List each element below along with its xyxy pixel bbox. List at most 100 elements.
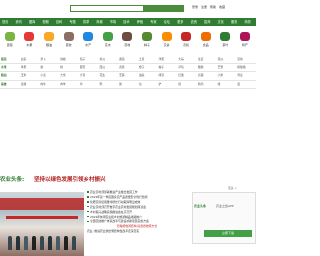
grid-link[interactable]: 兔 [138, 81, 158, 88]
grid-link[interactable]: 南瓜 [217, 56, 237, 63]
grid-link[interactable]: 大豆 [79, 72, 99, 79]
grid-link[interactable]: 鹅 [118, 81, 138, 88]
grid-link[interactable]: 辣椒 [59, 56, 79, 63]
grid-link[interactable]: 肉牛 [39, 81, 59, 88]
nav-item[interactable]: 百科 [54, 18, 67, 26]
grid-link[interactable]: 鹌鹑 [197, 81, 217, 88]
category-tile[interactable]: 花木 [98, 30, 118, 52]
news-item-text: 全国农技推广体系改革与建设补助项目实施方案 [90, 219, 149, 224]
grid-link[interactable]: 蚕 [236, 81, 256, 88]
nav-item[interactable]: 招商 [202, 18, 215, 26]
category-icon [43, 32, 54, 41]
grid-row: 蔬菜 白菜 萝卜 辣椒 茄子 黄瓜 番茄 土豆 洋葱 大蒜 生姜 南瓜 豆角 [0, 56, 256, 65]
grid-link[interactable]: 白菜 [20, 56, 40, 63]
more-link[interactable]: 更多 > [228, 186, 237, 190]
grid-link[interactable]: 油菜 [138, 72, 158, 79]
search-button[interactable] [144, 5, 184, 12]
category-tile[interactable]: 药材 [118, 30, 138, 52]
grid-link[interactable]: 土豆 [138, 56, 158, 63]
nav-item[interactable]: 文化 [216, 18, 229, 26]
grid-link[interactable]: 荞麦 [236, 72, 256, 79]
grid-link[interactable]: 绿豆 [158, 72, 178, 79]
nav-item[interactable]: 专题 [67, 18, 80, 26]
grid-link[interactable]: 草莓 [177, 64, 197, 71]
search-input[interactable] [70, 5, 144, 12]
grid-link[interactable]: 洋葱 [158, 56, 178, 63]
grid-row-heading[interactable]: 蔬菜 [0, 56, 20, 63]
grid-link[interactable]: 黄瓜 [98, 56, 118, 63]
grid-link[interactable]: 驴 [158, 81, 178, 88]
nav-item[interactable]: 论坛 [162, 18, 175, 26]
category-tile[interactable]: 蔬菜 [0, 30, 20, 52]
category-tile[interactable]: 粮油 [39, 30, 59, 52]
category-tile[interactable]: 特产 [235, 30, 255, 52]
grid-link[interactable]: 葡萄 [79, 64, 99, 71]
top-link-help[interactable]: 帮助 [210, 5, 216, 9]
grid-link[interactable]: 鸡 [79, 81, 99, 88]
grid-link[interactable]: 红薯 [177, 72, 197, 79]
nav-item[interactable]: 专家 [148, 18, 161, 26]
grid-link[interactable]: 番茄 [118, 56, 138, 63]
grid-link[interactable]: 橙子 [138, 64, 158, 71]
nav-item[interactable]: 首页 [0, 18, 13, 26]
category-tile[interactable]: 畜牧 [59, 30, 79, 52]
category-tile[interactable]: 茶叶 [216, 30, 236, 52]
nav-item[interactable]: 供求 [81, 18, 94, 26]
grid-link[interactable]: 豆角 [236, 56, 256, 63]
grid-link[interactable]: 苹果 [20, 64, 40, 71]
download-button[interactable]: 立即下载 [204, 230, 252, 237]
grid-link[interactable]: 桃 [59, 64, 79, 71]
grid-link[interactable]: 小麦 [39, 72, 59, 79]
grid-row-heading[interactable]: 水果 [0, 64, 20, 71]
nav-item[interactable]: 图库 [27, 18, 40, 26]
grid-link[interactable]: 萝卜 [39, 56, 59, 63]
grid-link[interactable]: 鸽 [177, 81, 197, 88]
grid-link[interactable]: 生猪 [20, 81, 40, 88]
nav-item[interactable]: 资讯 [13, 18, 26, 26]
headline-title[interactable]: 坚持以绿色发展引领乡村振兴 [34, 175, 106, 183]
grid-link[interactable]: 柚子 [158, 64, 178, 71]
grid-row-heading[interactable]: 畜禽 [0, 81, 20, 88]
grid-link[interactable]: 肉羊 [59, 81, 79, 88]
grid-link[interactable]: 香蕉 [118, 64, 138, 71]
nav-item[interactable]: 视频 [40, 18, 53, 26]
news-photo[interactable] [0, 192, 84, 256]
category-tile[interactable]: 食品 [196, 30, 216, 52]
grid-link[interactable]: 梨 [39, 64, 59, 71]
grid-link[interactable]: 茄子 [79, 56, 99, 63]
grid-link[interactable]: 樱桃 [197, 64, 217, 71]
category-grid: 蔬菜 白菜 萝卜 辣椒 茄子 黄瓜 番茄 土豆 洋葱 大蒜 生姜 南瓜 豆角 水果 苹果梨桃葡萄 西瓜 香蕉 橙子… [0, 56, 256, 89]
grid-link[interactable]: 生姜 [197, 56, 217, 63]
grid-link[interactable]: 西瓜 [98, 64, 118, 71]
category-tile[interactable]: 水产 [78, 30, 98, 52]
nav-item[interactable]: 服务 [229, 18, 242, 26]
grid-link[interactable]: 蜂 [217, 81, 237, 88]
grid-link[interactable]: 大蒜 [177, 56, 197, 63]
category-tile[interactable]: 农机 [176, 30, 196, 52]
nav-item[interactable]: 商务 [242, 18, 255, 26]
news-bottom-link[interactable]: 农业: 推进农业供给侧结构性改革走深走实 [87, 228, 187, 234]
top-link-register[interactable]: 注册 [201, 5, 207, 9]
nav-item[interactable]: 市场 [108, 18, 121, 26]
grid-link[interactable]: 高粱 [197, 72, 217, 79]
grid-link[interactable]: 大米 [59, 72, 79, 79]
grid-link[interactable]: 鸭 [98, 81, 118, 88]
grid-link[interactable]: 猕猴桃 [236, 64, 256, 71]
grid-link[interactable]: 花生 [98, 72, 118, 79]
category-tile[interactable]: 水果 [20, 30, 40, 52]
grid-link[interactable]: 小米 [217, 72, 237, 79]
nav-item[interactable]: 商城 [94, 18, 107, 26]
top-link-login[interactable]: 登录 [192, 5, 198, 9]
category-tile[interactable]: 种子 [137, 30, 157, 52]
nav-item[interactable]: 技术 [121, 18, 134, 26]
top-link-favorite[interactable]: 收藏 [219, 5, 225, 9]
nav-item[interactable]: 农资 [189, 18, 202, 26]
grid-link[interactable]: 芒果 [217, 64, 237, 71]
nav-item[interactable]: 更多 [175, 18, 188, 26]
grid-link[interactable]: 玉米 [20, 72, 40, 79]
grid-link[interactable]: 芝麻 [118, 72, 138, 79]
nav-item[interactable]: 养殖 [135, 18, 148, 26]
person-figure [56, 236, 60, 250]
grid-row-heading[interactable]: 粮油 [0, 72, 20, 79]
category-tile[interactable]: 农资 [157, 30, 177, 52]
